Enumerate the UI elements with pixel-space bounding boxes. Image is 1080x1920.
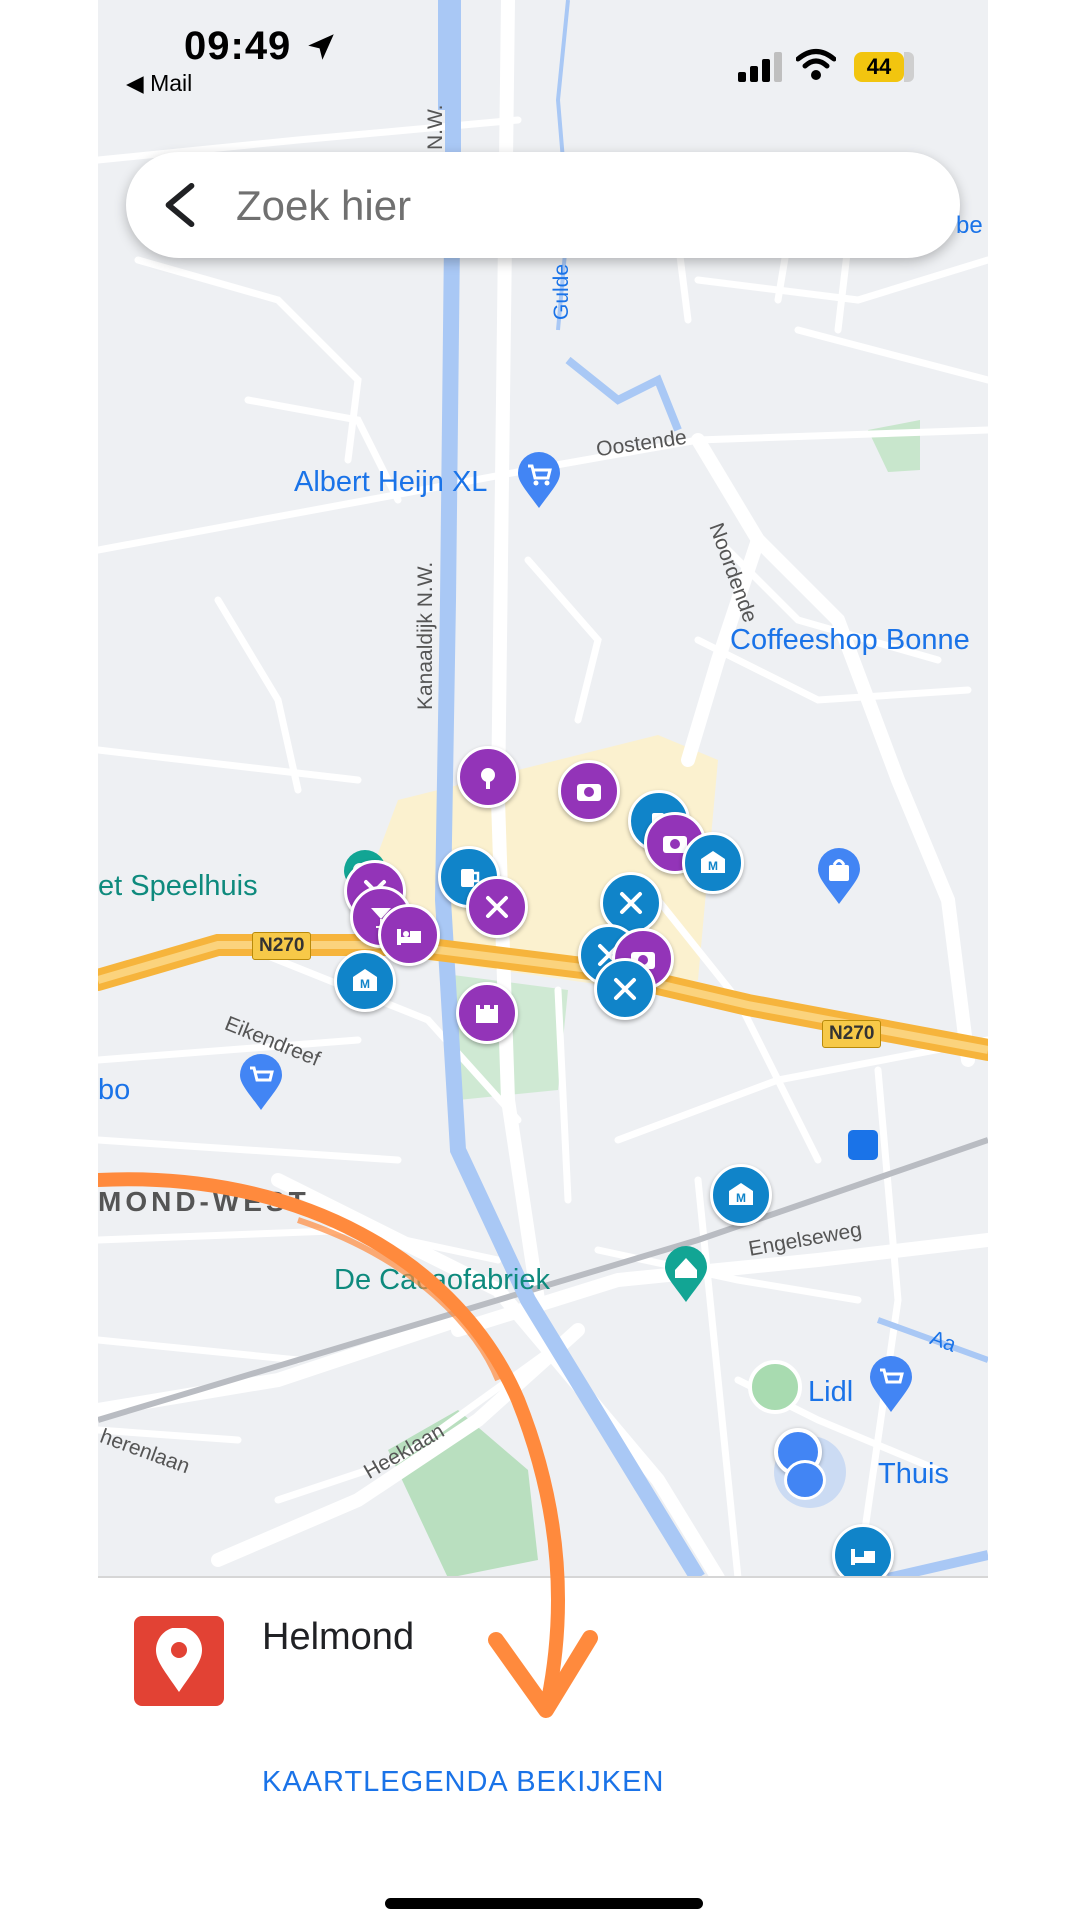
museum-pin-icon-3[interactable]: M <box>710 1164 772 1226</box>
cell-signal-icon <box>738 52 782 82</box>
place-title: Helmond <box>262 1616 415 1658</box>
road-label-gulde: Gulde <box>550 263 573 320</box>
back-to-mail-link[interactable]: ◀ Mail <box>126 70 192 97</box>
castle-pin-icon[interactable] <box>456 982 518 1044</box>
map-label-coffeeshop[interactable]: Coffeeshop Bonne <box>730 624 970 657</box>
shopping-bag-marker-icon[interactable] <box>816 848 862 906</box>
map-label-lidl[interactable]: Lidl <box>808 1376 853 1409</box>
museum-pin-icon-2[interactable]: M <box>334 950 396 1012</box>
map-sheet-divider <box>98 1576 988 1578</box>
garden-pin-icon[interactable] <box>457 746 519 808</box>
park-marker-icon <box>748 1360 802 1414</box>
back-arrow-icon[interactable] <box>160 182 200 228</box>
battery-level: 44 <box>854 52 904 82</box>
phone-screen: 09:49 ◀ Mail 44 Albert Heijn XL Coffeesh… <box>98 0 988 1920</box>
hotel-pin-icon-2[interactable] <box>832 1524 894 1578</box>
map-label-be: be <box>956 212 983 239</box>
restaurant-pin-icon-5[interactable] <box>594 958 656 1020</box>
area-label-helmond-west: MOND-WEST <box>98 1186 310 1217</box>
map-label-speelhuis[interactable]: et Speelhuis <box>98 870 258 903</box>
svg-text:M: M <box>736 1191 746 1205</box>
home-marker-icon[interactable] <box>784 1460 826 1500</box>
shopping-cart-marker-icon-west[interactable] <box>238 1054 284 1112</box>
status-time: 09:49 <box>184 24 292 68</box>
map-legend-link[interactable]: KAARTLEGENDA BEKIJKEN <box>262 1766 664 1799</box>
map-label-albert-heijn[interactable]: Albert Heijn XL <box>294 466 487 499</box>
shopping-cart-marker-icon-lidl[interactable] <box>868 1356 914 1414</box>
road-label-kanaaldijk-top: N.W. <box>424 104 447 151</box>
train-station-icon[interactable] <box>848 1130 878 1160</box>
wifi-icon <box>796 49 836 80</box>
museum-pin-icon[interactable]: M <box>682 832 744 894</box>
place-pin-icon <box>134 1616 224 1706</box>
shopping-cart-marker-icon[interactable] <box>516 452 562 510</box>
road-label-kanaaldijk: Kanaaldijk N.W. <box>414 561 437 710</box>
svg-text:M: M <box>360 977 370 991</box>
home-indicator[interactable] <box>385 1898 703 1909</box>
location-arrow-icon <box>308 34 334 60</box>
svg-text:M: M <box>708 859 718 873</box>
battery-icon <box>904 52 914 82</box>
search-bar[interactable] <box>126 152 960 258</box>
route-shield-n270-east: N270 <box>822 1020 882 1048</box>
map-label-thuis[interactable]: Thuis <box>878 1458 949 1491</box>
map-label-jumbo[interactable]: bo <box>98 1074 130 1107</box>
camera-pin-icon[interactable] <box>558 760 620 822</box>
map-label-cacaofabriek[interactable]: De Cacaofabriek <box>334 1264 550 1297</box>
restaurant-pin-icon[interactable] <box>466 876 528 938</box>
search-input[interactable] <box>234 170 918 242</box>
map-view[interactable]: 09:49 ◀ Mail 44 Albert Heijn XL Coffeesh… <box>98 0 988 1578</box>
museum-marker-icon[interactable] <box>663 1246 709 1304</box>
route-shield-n270: N270 <box>252 932 312 960</box>
hotel-pin-icon[interactable] <box>378 904 440 966</box>
